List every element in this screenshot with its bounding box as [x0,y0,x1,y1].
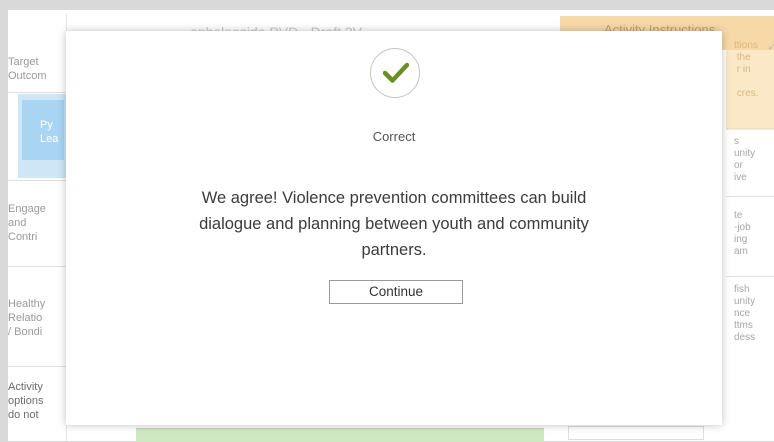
feedback-status: Correct [372,129,416,144]
bg-row-divider [8,92,66,93]
bg-row-divider [8,180,66,181]
bg-right-divider [726,276,774,277]
bg-right-fragment: te -job ing am [734,210,751,257]
bg-right-divider [726,128,774,129]
bg-right-fragment: ttions the r in cres. [734,40,759,99]
bg-right-divider [726,196,774,197]
feedback-modal: Correct We agree! Violence prevention co… [66,31,722,425]
bg-row-divider [8,266,66,267]
bg-row-label-engage: Engage and Contri [8,203,46,243]
feedback-message: We agree! Violence prevention committees… [199,189,589,259]
checkmark-icon [370,48,420,98]
bg-right-fragment: fish unity nce ttms dess [734,284,756,343]
continue-button[interactable]: Continue [329,280,463,304]
bg-row-label-target: Target Outcom [8,56,47,82]
bg-green-bar [136,428,544,442]
bg-right-footer-box [568,426,704,440]
bg-right-fragment: s unity or ive [734,136,756,183]
bg-row-label-healthy: Healthy Relatio / Bondi [8,298,46,338]
bg-row-divider [8,366,66,367]
bg-row-label-activity: Activity options do not [8,381,44,421]
